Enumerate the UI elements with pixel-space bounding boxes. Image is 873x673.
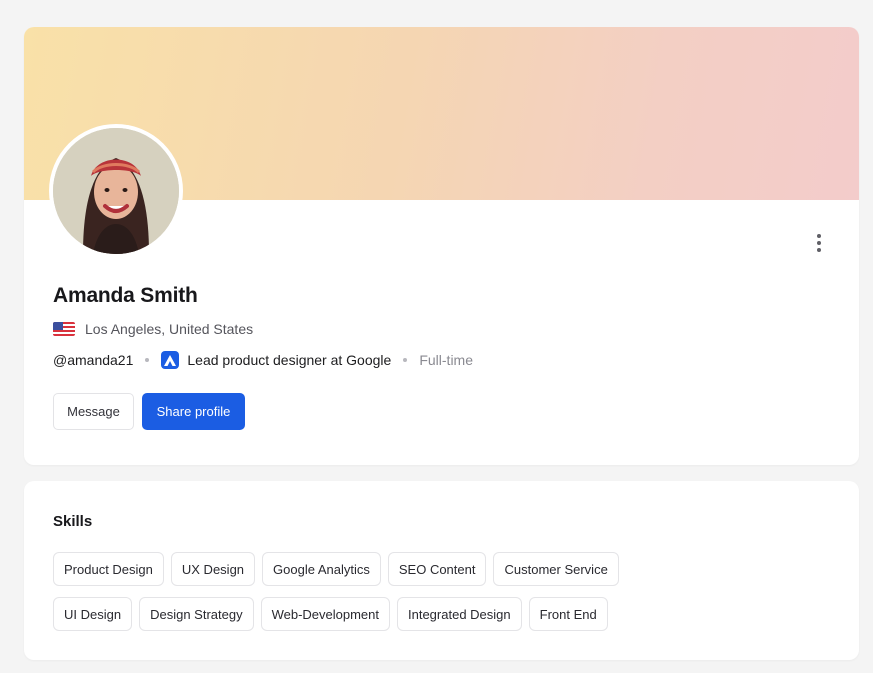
job-title: Lead product designer at Google — [187, 352, 392, 368]
more-options-button[interactable] — [808, 228, 830, 258]
profile-handle: @amanda21 — [53, 352, 134, 368]
company-logo-icon — [161, 351, 180, 369]
separator-dot — [145, 358, 150, 362]
profile-location: Los Angeles, United States — [53, 321, 253, 337]
skill-chip[interactable]: Web-Development — [260, 597, 390, 631]
skill-chip[interactable]: Google Analytics — [262, 552, 381, 586]
skill-chip[interactable]: Product Design — [53, 552, 164, 586]
skill-chip[interactable]: Front End — [528, 597, 608, 631]
us-flag-icon — [53, 322, 75, 336]
location-text: Los Angeles, United States — [85, 321, 254, 337]
separator-dot — [403, 358, 408, 362]
share-profile-button[interactable]: Share profile — [142, 393, 245, 430]
skill-chip[interactable]: UI Design — [53, 597, 133, 631]
skill-chip[interactable]: UX Design — [170, 552, 256, 586]
skill-chip[interactable]: Design Strategy — [139, 597, 254, 631]
profile-meta: @amanda21 Lead product designer at Googl… — [53, 351, 473, 369]
message-button[interactable]: Message — [53, 393, 134, 430]
skills-title: Skills — [53, 513, 93, 530]
employment-type: Full-time — [419, 352, 473, 368]
skills-card: Skills Product Design UX Design Google A… — [24, 481, 859, 660]
profile-actions: Message Share profile — [53, 393, 245, 430]
profile-card: Amanda Smith Los Angeles, United States … — [24, 27, 859, 465]
skills-row-1: Product Design UX Design Google Analytic… — [53, 552, 619, 586]
more-vertical-icon — [817, 234, 821, 238]
user-avatar-photo — [53, 128, 179, 254]
skill-chip[interactable]: Integrated Design — [397, 597, 522, 631]
skill-chip[interactable]: SEO Content — [387, 552, 487, 586]
avatar[interactable] — [49, 124, 183, 258]
profile-name: Amanda Smith — [53, 284, 198, 307]
skill-chip[interactable]: Customer Service — [493, 552, 619, 586]
skills-row-2: UI Design Design Strategy Web-Developmen… — [53, 597, 608, 631]
